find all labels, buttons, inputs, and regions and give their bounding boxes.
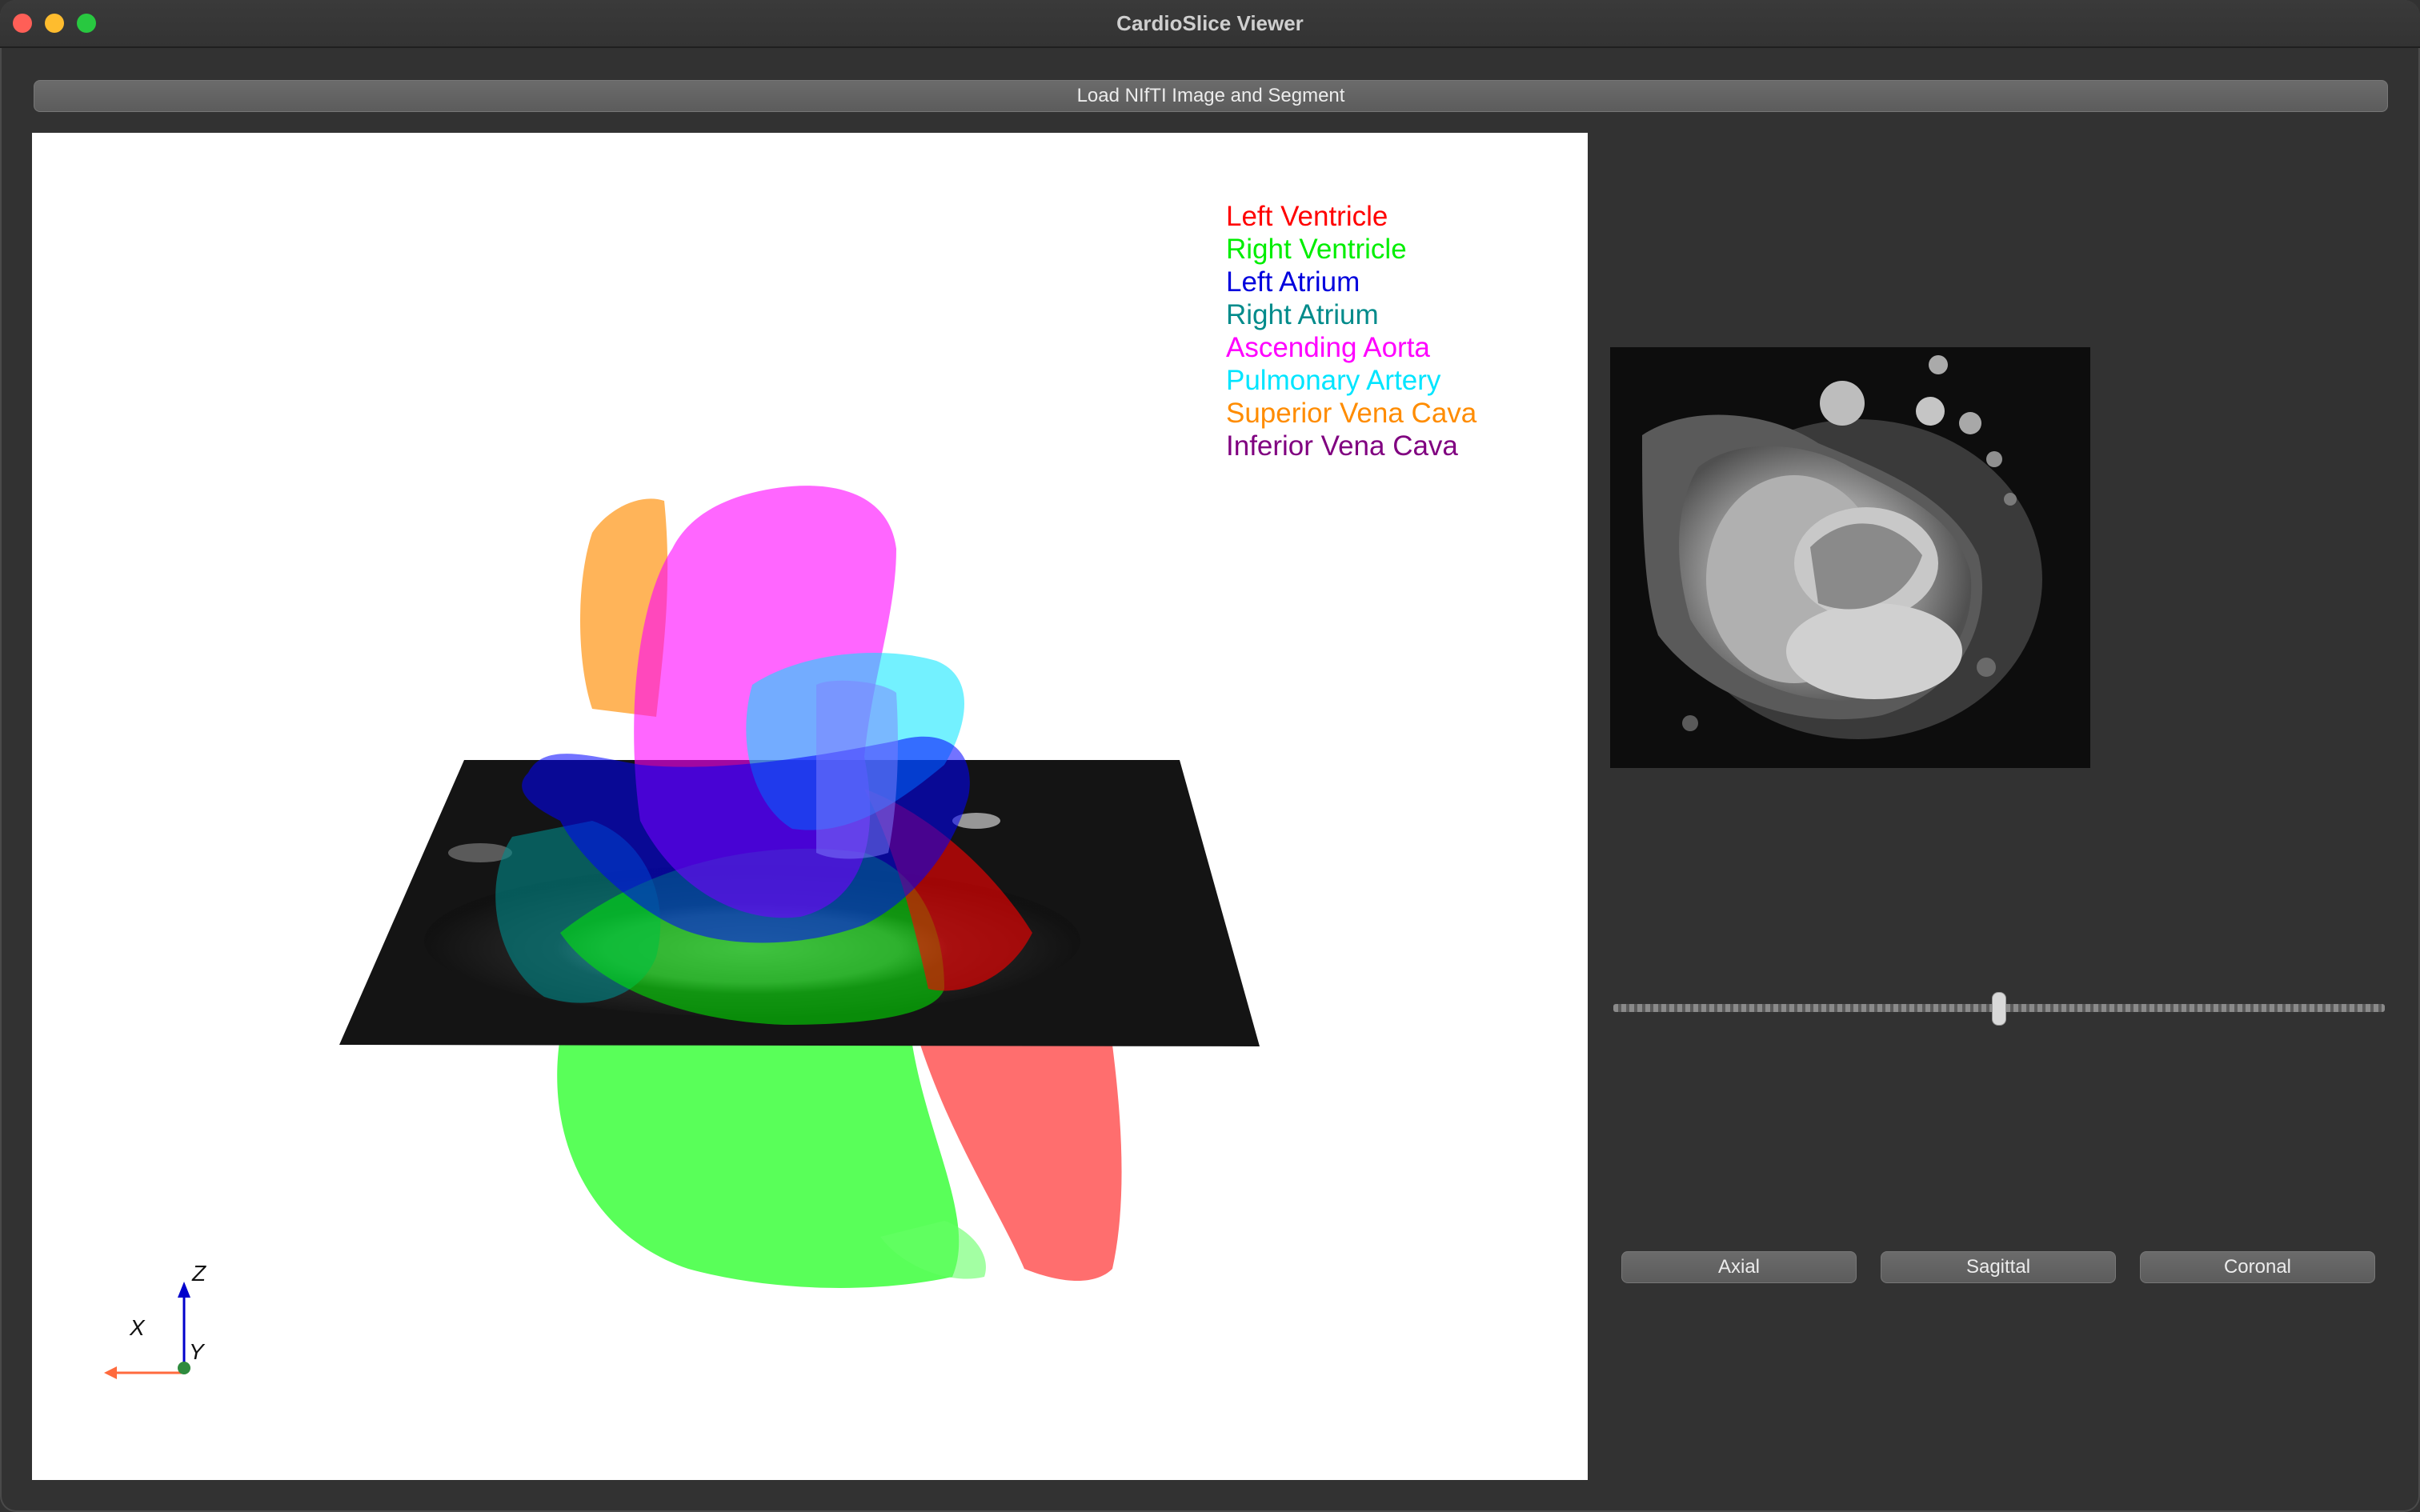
axial-view-button[interactable]: Axial [1621, 1251, 1857, 1283]
sagittal-view-button[interactable]: Sagittal [1881, 1251, 2116, 1283]
legend-item: Right Ventricle [1226, 234, 1407, 265]
load-nifti-button[interactable]: Load NIfTI Image and Segment [34, 80, 2388, 112]
legend-item: Inferior Vena Cava [1226, 430, 1458, 462]
window-title: CardioSlice Viewer [1116, 11, 1304, 35]
2d-slice-view[interactable] [1610, 347, 2090, 768]
structure-legend: Left Ventricle Right Ventricle Left Atrium… [1226, 200, 1476, 462]
legend-item: Pulmonary Artery [1226, 365, 1441, 396]
slice-slider[interactable] [1613, 992, 2385, 1026]
3d-render-view[interactable]: Left Ventricle Right Ventricle Left Atrium… [32, 133, 1588, 1480]
inferior-vena-cava-mesh [816, 680, 898, 859]
title-bar: CardioSlice Viewer [0, 0, 2420, 48]
slice-slider-thumb[interactable] [1992, 992, 2006, 1026]
mri-slice-image [1610, 347, 2090, 768]
z-axis-arrow [178, 1282, 190, 1298]
legend-item: Superior Vena Cava [1226, 398, 1477, 429]
coronal-view-button[interactable]: Coronal [2140, 1251, 2375, 1283]
app-window: CardioSlice Viewer Load NIfTI Image and … [0, 0, 2420, 1512]
z-axis-label: Z [192, 1261, 206, 1286]
x-axis-arrow [104, 1366, 117, 1379]
legend-item: Ascending Aorta [1226, 332, 1430, 363]
legend-item: Left Atrium [1226, 266, 1360, 298]
y-axis-label: Y [189, 1339, 204, 1364]
legend-item: Left Ventricle [1226, 201, 1388, 232]
x-axis-label: X [130, 1315, 145, 1340]
legend-item: Right Atrium [1226, 299, 1379, 330]
